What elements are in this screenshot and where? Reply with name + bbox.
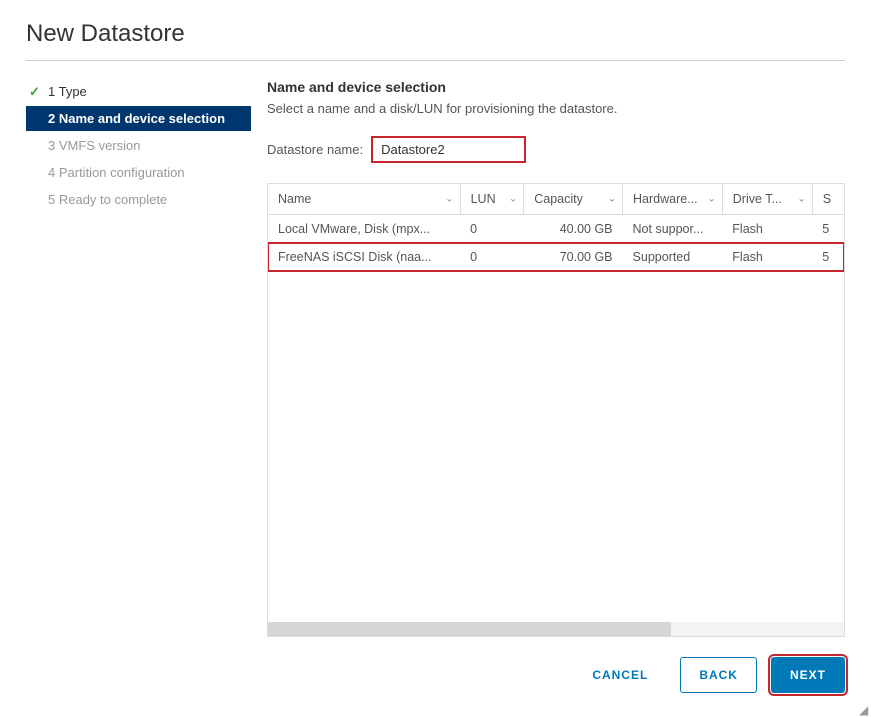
scroll-thumb[interactable]	[268, 622, 671, 636]
cell-s: 5	[812, 215, 844, 244]
next-button[interactable]: NEXT	[771, 657, 845, 693]
col-drive-type[interactable]: Drive T... ⌄	[722, 184, 812, 215]
col-capacity[interactable]: Capacity ⌄	[524, 184, 623, 215]
dialog-footer: CANCEL BACK NEXT	[26, 637, 845, 695]
cell-drive: Flash	[722, 243, 812, 271]
cancel-button[interactable]: CANCEL	[574, 658, 666, 692]
step-label: 3 VMFS version	[48, 138, 140, 153]
col-hardware[interactable]: Hardware... ⌄	[623, 184, 723, 215]
new-datastore-dialog: New Datastore 1 Type 2 Name and device s…	[0, 0, 871, 715]
dialog-title: New Datastore	[26, 20, 845, 61]
step-label: 2 Name and device selection	[48, 111, 225, 126]
cell-name: FreeNAS iSCSI Disk (naa...	[268, 243, 460, 271]
horizontal-scrollbar[interactable]	[268, 622, 844, 636]
disk-table: Name ⌄ LUN ⌄ Capacity ⌄ Hardware... ⌄ Drive …	[268, 184, 844, 271]
cell-hardware: Not suppor...	[623, 215, 723, 244]
col-label: Hardware...	[633, 192, 698, 206]
cell-drive: Flash	[722, 215, 812, 244]
chevron-down-icon: ⌄	[509, 194, 517, 205]
datastore-name-label: Datastore name:	[267, 142, 363, 157]
cell-name: Local VMware, Disk (mpx...	[268, 215, 460, 244]
cell-lun: 0	[460, 215, 524, 244]
step-partition-config[interactable]: 4 Partition configuration	[26, 160, 251, 185]
section-title: Name and device selection	[267, 79, 845, 95]
cell-s: 5	[812, 243, 844, 271]
step-label: 4 Partition configuration	[48, 165, 185, 180]
step-label: 1 Type	[48, 84, 87, 99]
col-label: LUN	[471, 192, 496, 206]
col-s[interactable]: S	[812, 184, 844, 215]
step-label: 5 Ready to complete	[48, 192, 167, 207]
section-desc: Select a name and a disk/LUN for provisi…	[267, 101, 845, 116]
resize-handle-icon[interactable]: ◢	[859, 703, 869, 713]
table-header-row: Name ⌄ LUN ⌄ Capacity ⌄ Hardware... ⌄ Drive …	[268, 184, 844, 215]
chevron-down-icon: ⌄	[707, 194, 715, 205]
step-name-selection[interactable]: 2 Name and device selection	[26, 106, 251, 131]
back-button[interactable]: BACK	[680, 657, 757, 693]
step-ready-complete[interactable]: 5 Ready to complete	[26, 187, 251, 212]
col-label: S	[823, 192, 831, 206]
content-panel: Name and device selection Select a name …	[251, 79, 845, 637]
col-name[interactable]: Name ⌄	[268, 184, 460, 215]
datastore-name-row: Datastore name:	[267, 136, 845, 163]
chevron-down-icon: ⌄	[445, 194, 453, 205]
cell-capacity: 40.00 GB	[524, 215, 623, 244]
cell-lun: 0	[460, 243, 524, 271]
step-vmfs-version[interactable]: 3 VMFS version	[26, 133, 251, 158]
col-label: Name	[278, 192, 311, 206]
table-row[interactable]: FreeNAS iSCSI Disk (naa... 0 70.00 GB Su…	[268, 243, 844, 271]
wizard-steps: 1 Type 2 Name and device selection 3 VMF…	[26, 79, 251, 637]
chevron-down-icon: ⌄	[797, 194, 805, 205]
datastore-name-input[interactable]	[373, 138, 465, 161]
chevron-down-icon: ⌄	[608, 194, 616, 205]
step-type[interactable]: 1 Type	[26, 79, 251, 104]
cell-hardware: Supported	[623, 243, 723, 271]
datastore-name-highlight	[371, 136, 526, 163]
col-lun[interactable]: LUN ⌄	[460, 184, 524, 215]
col-label: Drive T...	[733, 192, 782, 206]
table-row[interactable]: Local VMware, Disk (mpx... 0 40.00 GB No…	[268, 215, 844, 244]
cell-capacity: 70.00 GB	[524, 243, 623, 271]
col-label: Capacity	[534, 192, 583, 206]
main-content: 1 Type 2 Name and device selection 3 VMF…	[26, 79, 845, 637]
disk-table-wrap: Name ⌄ LUN ⌄ Capacity ⌄ Hardware... ⌄ Drive …	[267, 183, 845, 637]
